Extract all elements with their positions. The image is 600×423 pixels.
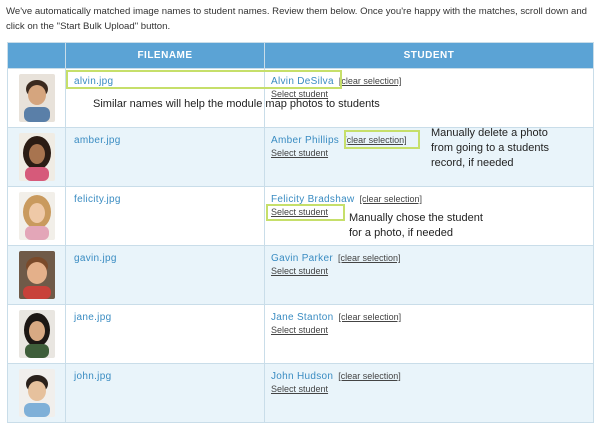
student-cell: Gavin Parker [clear selection] Select stu… [264, 245, 594, 305]
annotation-delete-photo-line1: Manually delete a photo [431, 127, 548, 139]
annotation-delete-photo-line2: from going to a students [431, 142, 550, 154]
table-row: felicity.jpg Felicity Bradshaw [clear sel… [7, 186, 594, 246]
filename-link[interactable]: amber.jpg [74, 135, 121, 146]
filename-link[interactable]: john.jpg [74, 371, 111, 382]
filename-link[interactable]: felicity.jpg [74, 194, 121, 205]
table-row: gavin.jpg Gavin Parker [clear selection] … [7, 245, 594, 305]
photo-cell [7, 245, 66, 305]
photo-cell [7, 304, 66, 364]
clear-selection-link[interactable]: [clear selection] [344, 135, 407, 145]
clear-selection-link[interactable]: [clear selection] [338, 253, 401, 263]
table-row: john.jpg John Hudson [clear selection] Se… [7, 363, 594, 423]
student-photo-thumbnail [18, 251, 55, 299]
clear-selection-link[interactable]: [clear selection] [359, 194, 422, 204]
filename-cell: john.jpg [65, 363, 265, 423]
clear-selection-link[interactable]: [clear selection] [338, 371, 401, 381]
filename-link[interactable]: jane.jpg [74, 312, 111, 323]
annotation-similar-names: Similar names will help the module map p… [93, 98, 380, 110]
student-photo-thumbnail [18, 192, 55, 240]
student-name-link[interactable]: Jane Stanton [271, 312, 334, 323]
student-column-header: STUDENT [264, 42, 594, 69]
photo-cell [7, 186, 66, 246]
filename-cell: amber.jpg [65, 127, 265, 187]
select-student-link[interactable]: Select student [271, 266, 593, 276]
select-student-link[interactable]: Select student [271, 325, 593, 335]
student-name-link[interactable]: Amber Phillips [271, 135, 339, 146]
photo-cell [7, 363, 66, 423]
filename-cell: gavin.jpg [65, 245, 265, 305]
filename-cell: jane.jpg [65, 304, 265, 364]
clear-selection-link[interactable]: [clear selection] [339, 312, 402, 322]
photo-column-header [7, 42, 66, 69]
filename-link[interactable]: alvin.jpg [74, 76, 113, 87]
filename-cell: felicity.jpg [65, 186, 265, 246]
filename-link[interactable]: gavin.jpg [74, 253, 117, 264]
annotation-choose-student-line1: Manually chose the student [349, 212, 483, 224]
annotation-choose-student-line2: for a photo, if needed [349, 227, 453, 239]
student-photo-thumbnail [18, 369, 55, 417]
intro-text: We've automatically matched image names … [6, 6, 588, 32]
select-student-link[interactable]: Select student [271, 384, 593, 394]
student-cell: Jane Stanton [clear selection] Select stu… [264, 304, 594, 364]
student-name-link[interactable]: Felicity Bradshaw [271, 194, 354, 205]
student-name-link[interactable]: John Hudson [271, 371, 333, 382]
student-name-link[interactable]: Alvin DeSilva [271, 76, 334, 87]
student-photo-thumbnail [18, 133, 55, 181]
photo-cell [7, 68, 66, 128]
annotation-delete-photo-line3: record, if needed [431, 157, 514, 169]
student-photo-thumbnail [18, 74, 55, 122]
clear-selection-link[interactable]: [clear selection] [339, 76, 402, 86]
table-row: jane.jpg Jane Stanton [clear selection] S… [7, 304, 594, 364]
student-photo-thumbnail [18, 310, 55, 358]
student-cell: John Hudson [clear selection] Select stud… [264, 363, 594, 423]
photo-cell [7, 127, 66, 187]
student-name-link[interactable]: Gavin Parker [271, 253, 333, 264]
table-header-row: FILENAME STUDENT [7, 42, 594, 69]
filename-column-header: FILENAME [65, 42, 265, 69]
